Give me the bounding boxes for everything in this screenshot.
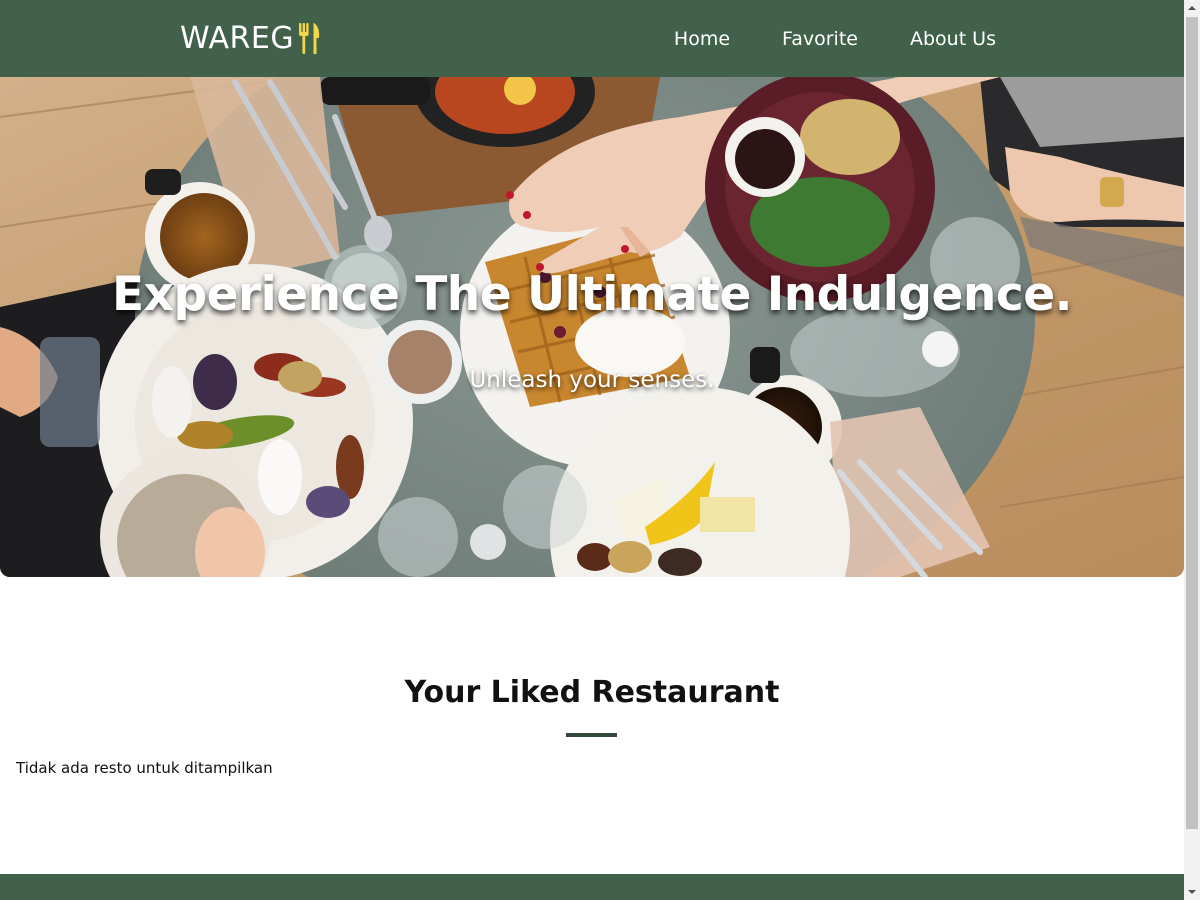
app-header: WAREG Home Favorite About Us xyxy=(0,0,1184,77)
hero-banner: Experience The Ultimate Indulgence. Unle… xyxy=(0,77,1184,577)
scroll-down-arrow-icon[interactable] xyxy=(1184,884,1200,900)
scroll-up-arrow-icon[interactable] xyxy=(1184,0,1200,16)
page-viewport: WAREG Home Favorite About Us Experience … xyxy=(0,0,1184,900)
heading-underline xyxy=(566,733,617,737)
hero-title: Experience The Ultimate Indulgence. xyxy=(112,267,1072,322)
app-footer xyxy=(0,874,1184,900)
nav-about-us-link[interactable]: About Us xyxy=(910,22,996,56)
liked-restaurant-heading: Your Liked Restaurant xyxy=(404,675,780,710)
nav-favorite-link[interactable]: Favorite xyxy=(782,22,858,56)
main-navigation: Home Favorite About Us xyxy=(674,0,996,77)
fork-knife-icon xyxy=(298,21,324,55)
hero-subtitle: Unleash your senses. xyxy=(469,367,715,393)
vertical-scrollbar[interactable] xyxy=(1184,0,1200,900)
brand-logo[interactable]: WAREG xyxy=(180,18,324,58)
hero-background-image xyxy=(0,77,1184,577)
scrollbar-thumb[interactable] xyxy=(1186,17,1198,829)
nav-home-link[interactable]: Home xyxy=(674,22,730,56)
empty-state-message: Tidak ada resto untuk ditampilkan xyxy=(16,759,273,777)
brand-logo-text: WAREG xyxy=(180,20,295,56)
